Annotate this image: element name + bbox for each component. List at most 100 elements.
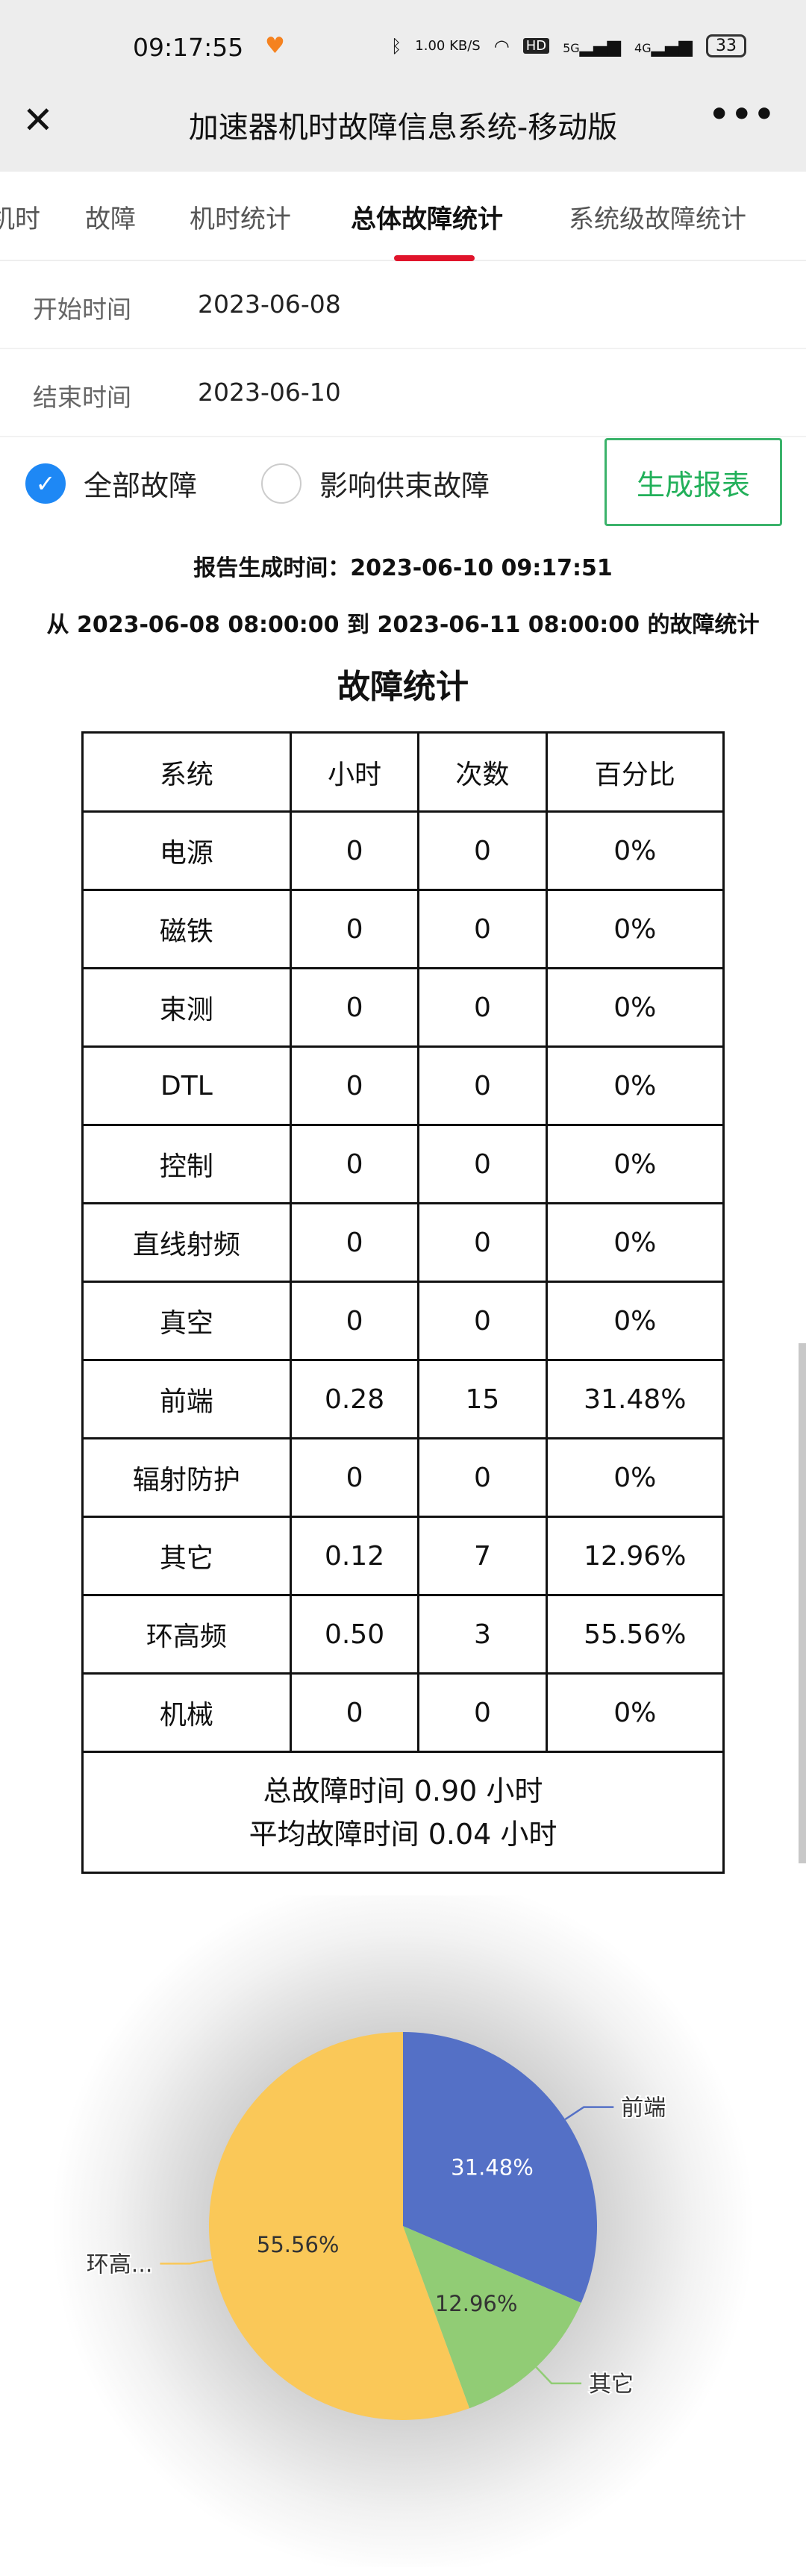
- table-row: 其它 0.12 7 12.96%: [81, 1516, 725, 1596]
- table-cell: 束测: [81, 967, 292, 1048]
- table-cell: 其它: [81, 1516, 292, 1596]
- tab-bar: 机时 故障 机时统计 总体故障统计 系统级故障统计: [0, 172, 806, 261]
- hd-icon: HD: [522, 38, 550, 54]
- net-speed: 1.00 KB/S: [415, 38, 481, 54]
- table-cell: 0: [417, 1045, 548, 1126]
- summary-row: 总故障时间 0.90 小时 平均故障时间 0.04 小时: [81, 1751, 725, 1874]
- table-cell: 0: [289, 1281, 420, 1361]
- table-row: 机械 0 0 0%: [81, 1672, 725, 1753]
- end-time-field[interactable]: 结束时间 2023-06-10: [0, 349, 806, 437]
- fault-stats-table: 系统 小时 次数 百分比 电源 0 0 0% 磁铁 0 0 0% 束测 0 0 0% DTL 0 0 0% 控制 0 0 0…: [81, 731, 725, 1874]
- battery-icon: 33: [706, 34, 746, 57]
- column-header: 次数: [417, 731, 548, 813]
- more-icon[interactable]: •••: [709, 96, 776, 134]
- table-row: 束测 0 0 0%: [81, 967, 725, 1048]
- pie-category-label: 前端: [621, 2095, 666, 2122]
- table-cell: 0%: [545, 1281, 725, 1361]
- table-cell: 0: [289, 1202, 420, 1283]
- end-time-label: 结束时间: [33, 383, 131, 412]
- tab-overall-fault-stats[interactable]: 总体故障统计: [351, 198, 503, 235]
- table-cell: 12.96%: [545, 1516, 725, 1596]
- radio-beam-faults[interactable]: 影响供束故障: [261, 463, 490, 504]
- radio-unchecked-icon[interactable]: [261, 463, 302, 504]
- radio-beam-faults-label: 影响供束故障: [319, 469, 490, 502]
- table-cell: 0%: [545, 1045, 725, 1126]
- start-time-field[interactable]: 开始时间 2023-06-08: [0, 261, 806, 349]
- table-row: DTL 0 0 0%: [81, 1045, 725, 1126]
- table-cell: 31.48%: [545, 1359, 725, 1439]
- tab-machine-time[interactable]: 机时: [0, 198, 40, 235]
- table-cell: 0.12: [289, 1516, 420, 1596]
- status-time: 09:17:55: [133, 33, 244, 62]
- table-cell: 0: [289, 810, 420, 891]
- pie-leader-line: [160, 2258, 213, 2265]
- table-row: 前端 0.28 15 31.48%: [81, 1359, 725, 1439]
- table-row: 电源 0 0 0%: [81, 810, 725, 891]
- pie-category-label: 其它: [589, 2372, 634, 2398]
- table-cell: 直线射频: [81, 1202, 292, 1283]
- table-cell: 0: [417, 1672, 548, 1753]
- table-row: 直线射频 0 0 0%: [81, 1202, 725, 1283]
- table-cell: 15: [417, 1359, 548, 1439]
- table-cell: 0: [289, 1672, 420, 1753]
- radio-all-faults[interactable]: ✓ 全部故障: [25, 463, 197, 504]
- table-cell: 0%: [545, 889, 725, 969]
- pie-chart: 31.48% 前端 12.96% 其它 55.56% 环高...: [85, 2032, 667, 2420]
- table-cell: 机械: [81, 1672, 292, 1753]
- table-cell: 0%: [545, 1672, 725, 1753]
- column-header: 百分比: [545, 731, 725, 813]
- table-cell: 0%: [545, 810, 725, 891]
- table-cell: 磁铁: [81, 889, 292, 969]
- tab-system-fault-stats[interactable]: 系统级故障统计: [569, 198, 746, 235]
- pie-value-label: 55.56%: [257, 2232, 340, 2257]
- tab-machine-time-stats[interactable]: 机时统计: [190, 198, 291, 235]
- pie-leader-line: [564, 2106, 614, 2121]
- table-cell: 55.56%: [545, 1594, 725, 1675]
- table-cell: 0: [417, 1124, 548, 1204]
- table-cell: 0%: [545, 1202, 725, 1283]
- pie-value-label: 31.48%: [451, 2154, 534, 2180]
- average-fault-time: 平均故障时间 0.04 小时: [249, 1817, 557, 1851]
- table-row: 控制 0 0 0%: [81, 1124, 725, 1204]
- active-tab-indicator: [394, 255, 475, 261]
- tab-faults[interactable]: 故障: [85, 198, 136, 235]
- table-cell: 0: [417, 1202, 548, 1283]
- radio-checked-icon[interactable]: ✓: [25, 463, 66, 504]
- table-row: 磁铁 0 0 0%: [81, 889, 725, 969]
- table-row: 辐射防护 0 0 0%: [81, 1437, 725, 1518]
- table-cell: 0: [289, 967, 420, 1048]
- signal-5g-icon: 5G▂▄▆: [563, 35, 622, 57]
- start-time-label: 开始时间: [33, 295, 131, 324]
- table-row: 真空 0 0 0%: [81, 1281, 725, 1361]
- table-cell: 3: [417, 1594, 548, 1675]
- table-cell: 辐射防护: [81, 1437, 292, 1518]
- page-title: 加速器机时故障信息系统-移动版: [188, 110, 618, 145]
- bluetooth-icon: ᛒ: [390, 35, 402, 57]
- signal-4g-icon: 4G▂▄▆: [634, 35, 693, 57]
- start-time-value[interactable]: 2023-06-08: [198, 290, 341, 319]
- end-time-value[interactable]: 2023-06-10: [198, 378, 341, 407]
- table-cell: 7: [417, 1516, 548, 1596]
- table-cell: 0%: [545, 1124, 725, 1204]
- column-header: 系统: [81, 731, 292, 813]
- app-notification-icon: ♥: [265, 33, 285, 59]
- report-generated-time: 报告生成时间：2023-06-10 09:17:51: [193, 555, 613, 581]
- pie-value-label: 12.96%: [435, 2291, 518, 2316]
- table-header-row: 系统 小时 次数 百分比: [81, 731, 725, 813]
- table-cell: 0%: [545, 1437, 725, 1518]
- scrollbar[interactable]: [799, 1343, 806, 1863]
- column-header: 小时: [289, 731, 420, 813]
- table-cell: 0: [289, 889, 420, 969]
- pie-category-label: 环高...: [87, 2251, 153, 2278]
- table-cell: 0: [417, 1281, 548, 1361]
- table-title: 故障统计: [337, 668, 469, 706]
- table-cell: 0.50: [289, 1594, 420, 1675]
- table-cell: 0%: [545, 967, 725, 1048]
- generate-report-button[interactable]: 生成报表: [604, 438, 782, 526]
- table-cell: 0: [289, 1124, 420, 1204]
- table-cell: 0: [417, 967, 548, 1048]
- table-cell: 0.28: [289, 1359, 420, 1439]
- report-range: 从 2023-06-08 08:00:00 到 2023-06-11 08:00…: [46, 612, 760, 638]
- summary-cell: 总故障时间 0.90 小时 平均故障时间 0.04 小时: [81, 1751, 725, 1874]
- table-cell: 环高频: [81, 1594, 292, 1675]
